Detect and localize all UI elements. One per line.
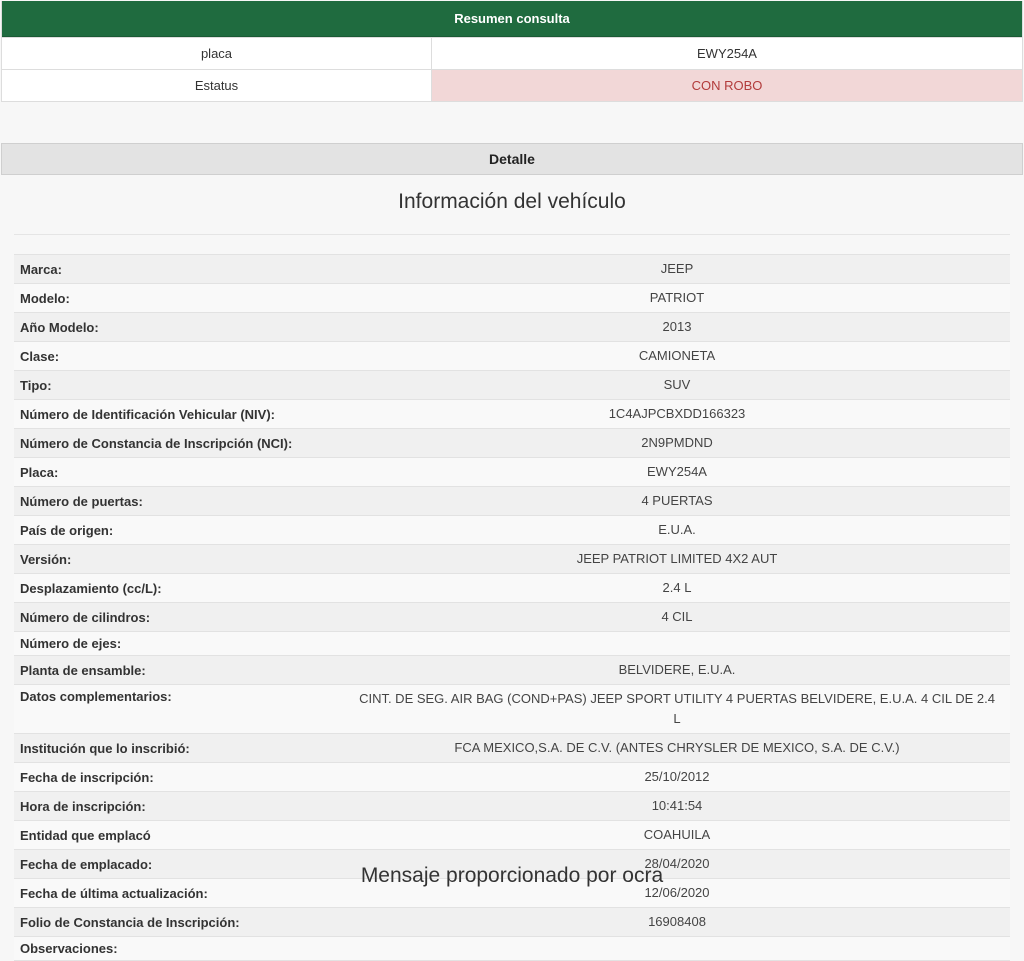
table-row: Placa: EWY254A <box>14 457 1010 486</box>
table-row: Datos complementarios: CINT. DE SEG. AIR … <box>14 684 1010 733</box>
field-value: EWY254A <box>647 464 707 479</box>
field-label: Número de ejes: <box>20 636 122 651</box>
field-label: Número de cilindros: <box>20 609 151 625</box>
summary-table: Resumen consulta placa EWY254A Estatus C… <box>1 1 1023 102</box>
field-value: JEEP PATRIOT LIMITED 4X2 AUT <box>576 551 778 566</box>
summary-label: placa <box>2 38 432 69</box>
footer-message: Mensaje proporcionado por ocra <box>360 864 664 887</box>
table-row: Año Modelo: 2013 <box>14 312 1010 341</box>
field-label: Planta de ensamble: <box>20 662 146 678</box>
field-label: Folio de Constancia de Inscripción: <box>20 914 240 930</box>
field-label: Marca: <box>20 261 62 277</box>
table-row: Número de Identificación Vehicular (NIV)… <box>14 399 1010 428</box>
field-value: COAHUILA <box>643 827 711 842</box>
field-value: 4 PUERTAS <box>641 493 713 508</box>
field-label: Fecha de inscripción: <box>20 769 154 785</box>
field-label: Observaciones: <box>20 941 118 956</box>
table-row: Tipo: SUV <box>14 370 1010 399</box>
field-label: Año Modelo: <box>20 319 99 335</box>
table-row: Versión: JEEP PATRIOT LIMITED 4X2 AUT <box>14 544 1010 573</box>
field-value: BELVIDERE, E.U.A. <box>618 662 736 677</box>
table-row: Número de cilindros: 4 CIL <box>14 602 1010 631</box>
table-row: Fecha de inscripción: 25/10/2012 <box>14 762 1010 791</box>
field-value: 2013 <box>662 319 692 334</box>
field-value: 10:41:54 <box>651 798 703 813</box>
status-badge: CON ROBO <box>432 70 1022 101</box>
field-label: Entidad que emplacó <box>20 827 151 843</box>
field-value: 2N9PMDND <box>641 435 713 450</box>
field-value: JEEP <box>660 261 694 276</box>
field-value: SUV <box>663 377 691 392</box>
field-label: Número de Constancia de Inscripción (NCI… <box>20 435 293 451</box>
summary-label: Estatus <box>2 70 432 101</box>
summary-row-placa: placa EWY254A <box>2 37 1022 69</box>
field-label: País de origen: <box>20 522 114 538</box>
field-label: Número de puertas: <box>20 493 143 509</box>
field-value: PATRIOT <box>649 290 705 305</box>
field-label: Versión: <box>20 551 72 567</box>
table-row: Hora de inscripción: 10:41:54 <box>14 791 1010 820</box>
field-label: Número de Identificación Vehicular (NIV)… <box>20 406 275 422</box>
field-value: 25/10/2012 <box>644 769 710 784</box>
table-row: Entidad que emplacó COAHUILA <box>14 820 1010 849</box>
summary-title: Resumen consulta <box>2 1 1022 37</box>
vehicle-info-table: Marca: JEEP Modelo: PATRIOT Año Modelo: 2013 C… <box>14 254 1010 961</box>
field-label: Hora de inscripción: <box>20 798 146 814</box>
field-label: Datos complementarios: <box>20 689 172 704</box>
detail-header: Detalle <box>1 143 1023 175</box>
divider <box>14 234 1010 235</box>
table-row: Institución que lo inscribió: FCA MEXICO,… <box>14 733 1010 762</box>
field-value: FCA MEXICO,S.A. DE C.V. (ANTES CHRYSLER … <box>454 740 900 755</box>
table-row: Número de puertas: 4 PUERTAS <box>14 486 1010 515</box>
field-value: 2.4 L <box>662 580 692 595</box>
table-row: Desplazamiento (cc/L): 2.4 L <box>14 573 1010 602</box>
field-label: Placa: <box>20 464 59 480</box>
table-row: Número de ejes: <box>14 631 1010 655</box>
table-row: País de origen: E.U.A. <box>14 515 1010 544</box>
field-value: E.U.A. <box>658 522 696 537</box>
summary-row-estatus: Estatus CON ROBO <box>2 69 1022 101</box>
field-value: CAMIONETA <box>638 348 716 363</box>
field-label: Desplazamiento (cc/L): <box>20 580 162 596</box>
summary-value: EWY254A <box>697 46 757 61</box>
field-label: Modelo: <box>20 290 70 306</box>
field-label: Tipo: <box>20 377 52 393</box>
table-row: Observaciones: <box>14 936 1010 961</box>
field-value <box>344 632 1010 655</box>
table-row: Folio de Constancia de Inscripción: 16908… <box>14 907 1010 936</box>
field-value <box>344 937 1010 960</box>
table-row: Marca: JEEP <box>14 254 1010 283</box>
table-row: Modelo: PATRIOT <box>14 283 1010 312</box>
field-value: 1C4AJPCBXDD166323 <box>608 406 746 421</box>
field-label: Clase: <box>20 348 60 364</box>
table-row: Número de Constancia de Inscripción (NCI… <box>14 428 1010 457</box>
field-label: Institución que lo inscribió: <box>20 740 190 756</box>
table-row: Planta de ensamble: BELVIDERE, E.U.A. <box>14 655 1010 684</box>
table-row: Clase: CAMIONETA <box>14 341 1010 370</box>
field-value: CINT. DE SEG. AIR BAG (COND+PAS) JEEP SP… <box>359 691 995 726</box>
field-value: 4 CIL <box>661 609 693 624</box>
section-title: Información del vehículo <box>398 190 626 213</box>
field-value: 16908408 <box>648 914 706 929</box>
